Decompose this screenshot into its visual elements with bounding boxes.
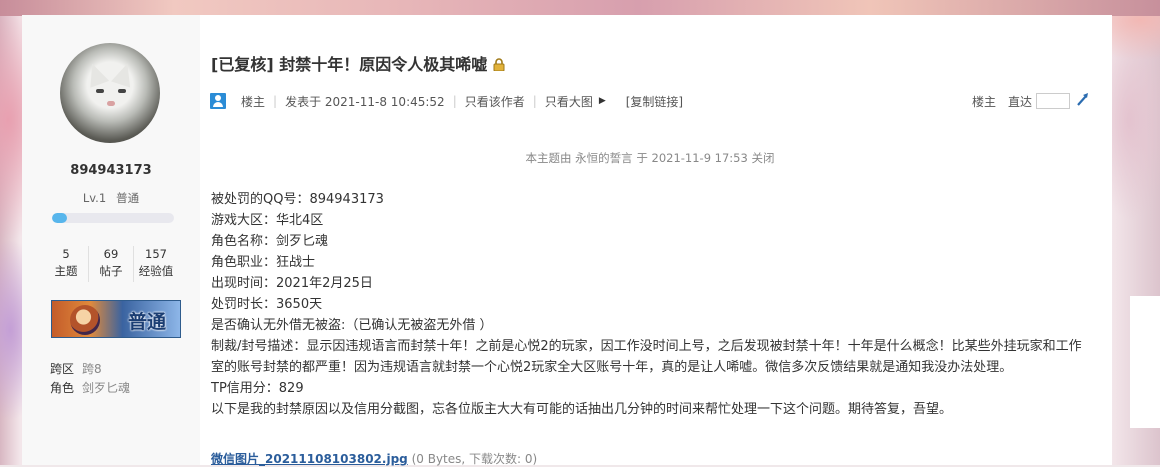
profile-value: 剑歹匕魂 <box>82 381 131 395</box>
separator: | <box>532 94 537 108</box>
profile-row-server: 跨区 跨8 <box>50 360 102 377</box>
body-line: 被处罚的QQ号：894943173 <box>211 192 384 207</box>
lock-icon <box>493 56 505 75</box>
author-username[interactable]: 894943173 <box>22 163 200 178</box>
profile-row-character: 角色 剑歹匕魂 <box>50 379 130 396</box>
attachment-info: (0 Bytes, 下载次数: 0) <box>411 452 538 466</box>
separator: | <box>273 94 278 108</box>
stat-value: 69 <box>103 247 119 261</box>
stat-value: 5 <box>62 247 70 261</box>
floor-controls: 楼主 直达 <box>972 92 1090 110</box>
body-line: 以下是我的封禁原因以及信用分截图，忘各位版主大大有可能的话抽出几分钟的时间来帮忙… <box>211 402 953 417</box>
author-stats: 5 主题 69 帖子 157 经验值 <box>44 246 178 282</box>
post-main: [已复核] 封禁十年！原因令人极其唏嘘 楼主 | 发表于 2021-11-8 1… <box>210 15 1100 467</box>
cat-eye-right <box>118 89 126 93</box>
body-line: 角色职业：狂战士 <box>211 255 316 270</box>
body-line: 出现时间：2021年2月25日 <box>211 276 373 291</box>
separator: | <box>452 94 457 108</box>
stat-topics[interactable]: 5 主题 <box>44 246 88 282</box>
cat-ear-left <box>82 60 110 88</box>
level-progress-fill <box>52 213 67 223</box>
only-author-link[interactable]: 只看该作者 <box>465 93 525 110</box>
cat-eye-left <box>96 89 104 93</box>
post-body: 被处罚的QQ号：894943173 游戏大区：华北4区 角色名称：剑歹匕魂 角色… <box>211 189 1091 420</box>
profile-key: 角色 <box>50 381 75 395</box>
cat-nose <box>107 101 115 106</box>
body-line: 游戏大区：华北4区 <box>211 213 324 228</box>
attachment-link[interactable]: 微信图片_20211108103802.jpg <box>211 452 408 466</box>
copy-link[interactable]: [复制链接] <box>626 93 683 110</box>
stat-label: 帖子 <box>99 264 123 278</box>
poster-label: 楼主 <box>241 94 266 109</box>
header-banner-art <box>0 0 1160 16</box>
thread-title: [已复核] 封禁十年！原因令人极其唏嘘 <box>211 55 488 74</box>
jump-arrow-icon[interactable] <box>1076 92 1090 110</box>
body-line: 处罚时长：3650天 <box>211 297 323 312</box>
body-line: 是否确认无外借无被盗:（已确认无被盗无外借 ） <box>211 318 493 333</box>
goto-label: 直达 <box>1007 94 1032 109</box>
thread-title-row: [已复核] 封禁十年！原因令人极其唏嘘 <box>211 51 505 75</box>
profile-value: 跨8 <box>82 362 102 376</box>
post-card: 894943173 Lv.1 普通 5 主题 69 帖子 157 经验值 普通 <box>22 15 1112 467</box>
stat-posts[interactable]: 69 帖子 <box>88 246 133 282</box>
play-triangle-icon[interactable]: ▶ <box>599 96 606 106</box>
stat-exp[interactable]: 157 经验值 <box>133 246 178 282</box>
floor-jump-input[interactable] <box>1036 93 1070 109</box>
author-sidebar: 894943173 Lv.1 普通 5 主题 69 帖子 157 经验值 普通 <box>22 15 200 465</box>
user-group-badge: 普通 <box>51 300 181 338</box>
stat-label: 经验值 <box>138 264 174 278</box>
badge-text: 普通 <box>128 311 167 333</box>
user-group: 普通 <box>116 191 140 205</box>
body-line: TP信用分：829 <box>211 381 304 396</box>
profile-key: 跨区 <box>50 362 75 376</box>
badge-character-art <box>70 305 100 335</box>
post-meta-bar: 楼主 | 发表于 2021-11-8 10:45:52 | 只看该作者 | 只看… <box>210 92 1090 110</box>
body-line: 制裁/封号描述：显示因违规语言而封禁十年！之前是心悦2的玩家，因工作没时间上号，… <box>211 339 1082 375</box>
attachment: 微信图片_20211108103802.jpg (0 Bytes, 下载次数: … <box>211 450 537 467</box>
floor-label: 楼主 <box>971 94 996 109</box>
stat-label: 主题 <box>54 264 78 278</box>
author-level: Lv.1 普通 <box>22 190 200 206</box>
post-time: 发表于 2021-11-8 10:45:52 <box>285 94 445 109</box>
large-images-link[interactable]: 只看大图 <box>545 93 593 110</box>
user-icon <box>210 93 226 109</box>
cat-ear-right <box>111 60 137 88</box>
thread-closed-notice: 本主题由 永恒的誓言 于 2021-11-9 17:53 关闭 <box>525 151 775 165</box>
avatar[interactable] <box>60 43 160 143</box>
level-label: Lv.1 <box>82 191 107 205</box>
body-line: 角色名称：剑歹匕魂 <box>211 234 329 249</box>
stat-value: 157 <box>145 247 167 261</box>
right-side-panel <box>1130 296 1160 428</box>
level-progress-bar <box>52 213 174 223</box>
